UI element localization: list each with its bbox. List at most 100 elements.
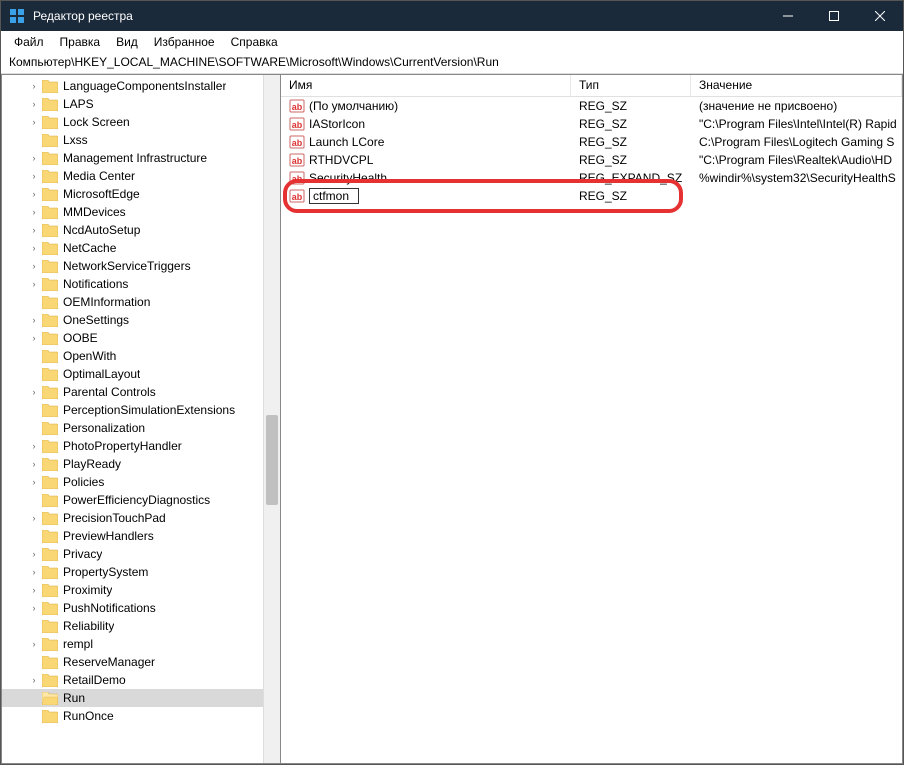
tree-item[interactable]: OptimalLayout: [2, 365, 280, 383]
tree-item[interactable]: ›PrecisionTouchPad: [2, 509, 280, 527]
tree-item[interactable]: Lxss: [2, 131, 280, 149]
expander-icon[interactable]: ›: [28, 314, 40, 326]
expander-icon[interactable]: ›: [28, 332, 40, 344]
tree-item[interactable]: PreviewHandlers: [2, 527, 280, 545]
tree-item[interactable]: ›RetailDemo: [2, 671, 280, 689]
menu-favorites[interactable]: Избранное: [147, 33, 222, 51]
tree-item[interactable]: ›LAPS: [2, 95, 280, 113]
expander-icon[interactable]: ›: [28, 242, 40, 254]
value-row[interactable]: SecurityHealthREG_EXPAND_SZ%windir%\syst…: [281, 169, 902, 187]
tree-item[interactable]: ›LanguageComponentsInstaller: [2, 77, 280, 95]
expander-icon[interactable]: ›: [28, 548, 40, 560]
value-row[interactable]: RTHDVCPLREG_SZ"C:\Program Files\Realtek\…: [281, 151, 902, 169]
maximize-button[interactable]: [811, 1, 857, 31]
expander-icon[interactable]: ›: [28, 584, 40, 596]
tree-item[interactable]: Run: [2, 689, 280, 707]
expander-icon[interactable]: ›: [28, 80, 40, 92]
expander-icon[interactable]: ›: [28, 116, 40, 128]
expander-icon[interactable]: ›: [28, 602, 40, 614]
tree-item[interactable]: ›PushNotifications: [2, 599, 280, 617]
expander-icon[interactable]: [28, 620, 40, 632]
window-controls: [765, 1, 903, 31]
expander-icon[interactable]: [28, 134, 40, 146]
tree-item[interactable]: ReserveManager: [2, 653, 280, 671]
expander-icon[interactable]: [28, 368, 40, 380]
tree-item[interactable]: ›Lock Screen: [2, 113, 280, 131]
tree-item[interactable]: ›MMDevices: [2, 203, 280, 221]
tree-item[interactable]: ›PhotoPropertyHandler: [2, 437, 280, 455]
tree-item[interactable]: › NetworkServiceTriggers: [2, 257, 280, 275]
expander-icon[interactable]: [28, 656, 40, 668]
expander-icon[interactable]: [28, 530, 40, 542]
menu-file[interactable]: Файл: [7, 33, 51, 51]
expander-icon[interactable]: ›: [28, 458, 40, 470]
expander-icon[interactable]: ›: [28, 476, 40, 488]
expander-icon[interactable]: ›: [28, 152, 40, 164]
value-row[interactable]: ctfmonREG_SZ: [281, 187, 902, 205]
expander-icon[interactable]: ›: [28, 98, 40, 110]
tree-item[interactable]: Reliability: [2, 617, 280, 635]
tree-item[interactable]: Personalization: [2, 419, 280, 437]
string-value-icon: [289, 170, 305, 186]
header-type[interactable]: Тип: [571, 75, 691, 96]
menu-edit[interactable]: Правка: [53, 33, 108, 51]
menu-help[interactable]: Справка: [224, 33, 285, 51]
value-row[interactable]: IAStorIconREG_SZ"C:\Program Files\Intel\…: [281, 115, 902, 133]
header-name[interactable]: Имя: [281, 75, 571, 96]
tree-item[interactable]: ›NetCache: [2, 239, 280, 257]
rename-input[interactable]: ctfmon: [309, 188, 359, 204]
tree-item[interactable]: ›Policies: [2, 473, 280, 491]
tree-item[interactable]: PowerEfficiencyDiagnostics: [2, 491, 280, 509]
menu-view[interactable]: Вид: [109, 33, 145, 51]
expander-icon[interactable]: ›: [28, 188, 40, 200]
expander-icon[interactable]: ›: [28, 440, 40, 452]
expander-icon[interactable]: [28, 296, 40, 308]
expander-icon[interactable]: ›: [28, 224, 40, 236]
expander-icon[interactable]: ›: [28, 566, 40, 578]
expander-icon[interactable]: [28, 350, 40, 362]
tree-item[interactable]: OpenWith: [2, 347, 280, 365]
address-bar[interactable]: Компьютер\HKEY_LOCAL_MACHINE\SOFTWARE\Mi…: [1, 53, 903, 73]
tree-item[interactable]: PerceptionSimulationExtensions: [2, 401, 280, 419]
values-list[interactable]: (По умолчанию)REG_SZ(значение не присвое…: [281, 97, 902, 205]
expander-icon[interactable]: ›: [28, 278, 40, 290]
expander-icon[interactable]: ›: [28, 512, 40, 524]
tree-item-label: NetworkServiceTriggers: [63, 259, 191, 273]
expander-icon[interactable]: [28, 710, 40, 722]
expander-icon[interactable]: [28, 692, 40, 704]
tree-item[interactable]: ›MicrosoftEdge: [2, 185, 280, 203]
tree-item[interactable]: ›Proximity: [2, 581, 280, 599]
expander-icon[interactable]: ›: [28, 260, 40, 272]
tree-item[interactable]: ›PropertySystem: [2, 563, 280, 581]
scrollbar-thumb[interactable]: [266, 415, 278, 505]
value-row[interactable]: (По умолчанию)REG_SZ(значение не присвое…: [281, 97, 902, 115]
tree-item[interactable]: ›Management Infrastructure: [2, 149, 280, 167]
header-data[interactable]: Значение: [691, 75, 902, 96]
expander-icon[interactable]: [28, 422, 40, 434]
value-row[interactable]: Launch LCoreREG_SZC:\Program Files\Logit…: [281, 133, 902, 151]
expander-icon[interactable]: ›: [28, 170, 40, 182]
minimize-button[interactable]: [765, 1, 811, 31]
tree-item[interactable]: RunOnce: [2, 707, 280, 725]
tree-item[interactable]: ›Media Center: [2, 167, 280, 185]
tree-item[interactable]: ›Notifications: [2, 275, 280, 293]
expander-icon[interactable]: ›: [28, 206, 40, 218]
tree-scrollbar[interactable]: [263, 75, 280, 763]
tree-item[interactable]: ›NcdAutoSetup: [2, 221, 280, 239]
tree-item[interactable]: ›PlayReady: [2, 455, 280, 473]
expander-icon[interactable]: ›: [28, 638, 40, 650]
expander-icon[interactable]: ›: [28, 674, 40, 686]
tree-item[interactable]: ›Privacy: [2, 545, 280, 563]
registry-tree[interactable]: ›LanguageComponentsInstaller›LAPS›Lock S…: [2, 75, 280, 727]
close-button[interactable]: [857, 1, 903, 31]
expander-icon[interactable]: [28, 494, 40, 506]
tree-item[interactable]: ›Parental Controls: [2, 383, 280, 401]
tree-item[interactable]: ›rempl: [2, 635, 280, 653]
tree-item[interactable]: ›OneSettings: [2, 311, 280, 329]
folder-icon: [42, 278, 58, 291]
expander-icon[interactable]: ›: [28, 386, 40, 398]
folder-icon: [42, 386, 58, 399]
tree-item[interactable]: ›OOBE: [2, 329, 280, 347]
tree-item[interactable]: OEMInformation: [2, 293, 280, 311]
expander-icon[interactable]: [28, 404, 40, 416]
